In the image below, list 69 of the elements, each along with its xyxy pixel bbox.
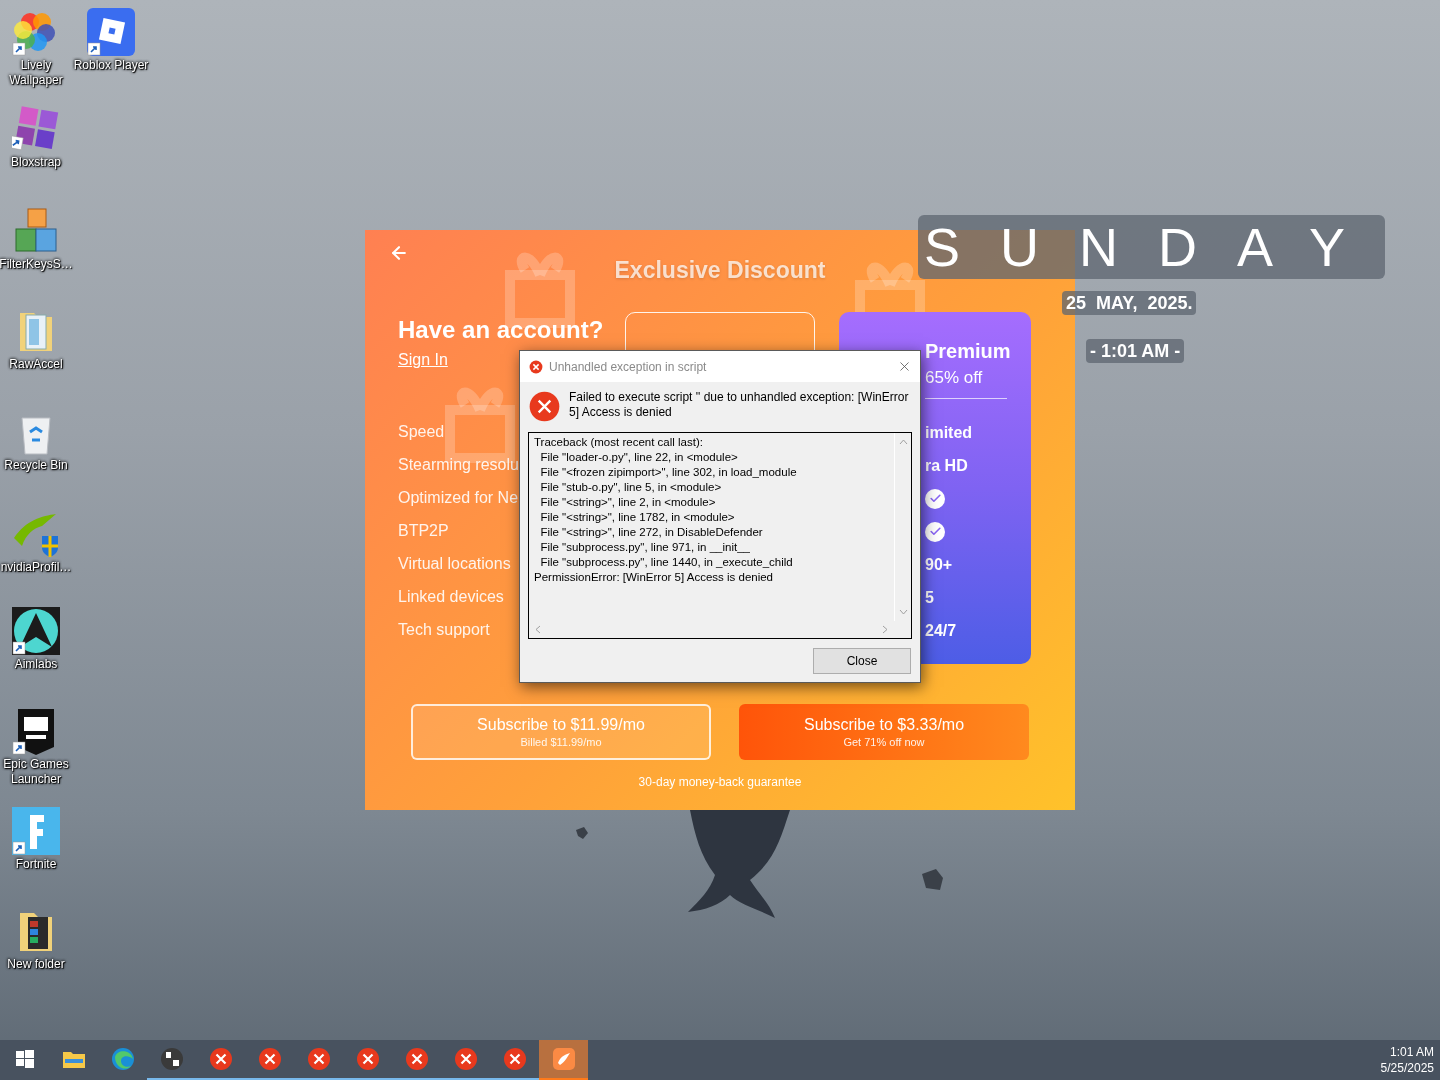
desktop-icon-label[interactable]: Bloxstrap — [0, 155, 74, 170]
check-icon — [925, 488, 945, 509]
round-app-icon — [159, 1047, 184, 1071]
feature-label: Tech support — [398, 619, 491, 640]
plan-feature-value: 5 — [925, 587, 934, 608]
taskbar-date[interactable]: 5/25/2025 — [1380, 1060, 1434, 1076]
desktop-icon-label[interactable]: Lively Wallpaper — [0, 58, 74, 88]
desktop-icon-label[interactable]: FilterKeysS… — [0, 257, 74, 272]
error-icon — [355, 1047, 380, 1071]
feature-label: Stearming resolu — [398, 454, 519, 475]
subscribe-button[interactable]: Subscribe to $11.99/mo Billed $11.99/mo — [411, 704, 711, 760]
desktop-icon-label[interactable]: Recycle Bin — [0, 458, 74, 473]
plan-feature-value: imited — [925, 422, 973, 443]
plan-feature-value: ra HD — [925, 455, 968, 476]
guarantee-note: 30-day money-back guarantee — [637, 774, 803, 791]
traceback-line: Traceback (most recent call last): — [534, 435, 704, 450]
date-text: 25 MAY, 2025. — [1062, 291, 1197, 315]
subscribe-button[interactable]: Subscribe to $3.33/mo Get 71% off now — [739, 704, 1029, 760]
desktop-icon-label[interactable]: Fortnite — [0, 857, 74, 872]
traceback-line: File "<frozen zipimport>", line 302, in load_module — [539, 465, 798, 480]
error-icon — [306, 1047, 331, 1071]
traceback-line: PermissionError: [WinError 5] Access is denied — [534, 570, 775, 585]
square-logo-icon — [87, 8, 135, 56]
account-heading: Have an account? — [398, 316, 604, 344]
rabbit-app-icon — [551, 1047, 576, 1071]
desktop-icon-label[interactable]: Aimlabs — [0, 657, 74, 672]
sign-in-link[interactable]: Sign In — [398, 350, 448, 370]
close-icon[interactable] — [897, 359, 912, 374]
weekday-text: SUNDAY — [918, 215, 1386, 279]
desktop-icon-label[interactable]: Epic Games Launcher — [0, 757, 74, 787]
traceback-line: File "<string>", line 2, in <module> — [539, 495, 717, 510]
error-icon — [257, 1047, 282, 1071]
rock-drawing — [575, 826, 589, 840]
error-icon — [404, 1047, 429, 1071]
check-icon — [925, 521, 945, 542]
plan-feature-value: 90+ — [925, 554, 953, 575]
tiles-icon — [12, 105, 60, 153]
traceback-line: File "stub-o.py", line 5, in <module> — [539, 480, 723, 495]
feature-label: BTP2P — [398, 520, 450, 541]
feature-label: Virtual locations — [398, 553, 512, 574]
error-icon — [502, 1047, 527, 1071]
traceback-line: File "loader-o.py", line 22, in <module> — [539, 450, 739, 465]
time-text: - 1:01 AM - — [1086, 339, 1185, 363]
traceback-line: File "subprocess.py", line 971, in __init__ — [539, 540, 751, 555]
desktop-icon-label[interactable]: RawAccel — [0, 357, 74, 372]
swirl-icon — [110, 1047, 135, 1071]
discount-label: 65% off — [925, 367, 984, 389]
toy-blocks-icon — [12, 207, 60, 255]
error-icon — [208, 1047, 233, 1071]
traceback-line: File "subprocess.py", line 1440, in _execute_child — [539, 555, 794, 570]
feature-label: Linked devices — [398, 586, 505, 607]
window-title: Exclusive Discount — [613, 256, 827, 284]
error-icon — [529, 359, 543, 374]
feature-label: Optimized for Ne — [398, 487, 519, 508]
rock-drawing — [920, 868, 944, 892]
plan-feature-value: 24/7 — [925, 620, 957, 641]
desktop-icon-label[interactable]: New folder — [0, 957, 74, 972]
close-button[interactable]: Close — [813, 648, 911, 674]
triangle-logo-icon — [12, 607, 60, 655]
taskbar-time[interactable]: 1:01 AM — [1389, 1044, 1434, 1060]
error-icon — [453, 1047, 478, 1071]
traceback-line: File "<string>", line 272, in DisableDefender — [539, 525, 764, 540]
error-icon — [529, 391, 560, 422]
desktop-icon-label[interactable]: Roblox Player — [73, 58, 149, 73]
feature-label: Speed — [398, 421, 446, 442]
letter-tile-icon — [12, 807, 60, 855]
desktop-icon-label[interactable]: nvidiaProfil… — [0, 560, 74, 575]
dialog-title: Unhandled exception in script — [549, 358, 708, 376]
traceback-line: File "<string>", line 1782, in <module> — [539, 510, 736, 525]
